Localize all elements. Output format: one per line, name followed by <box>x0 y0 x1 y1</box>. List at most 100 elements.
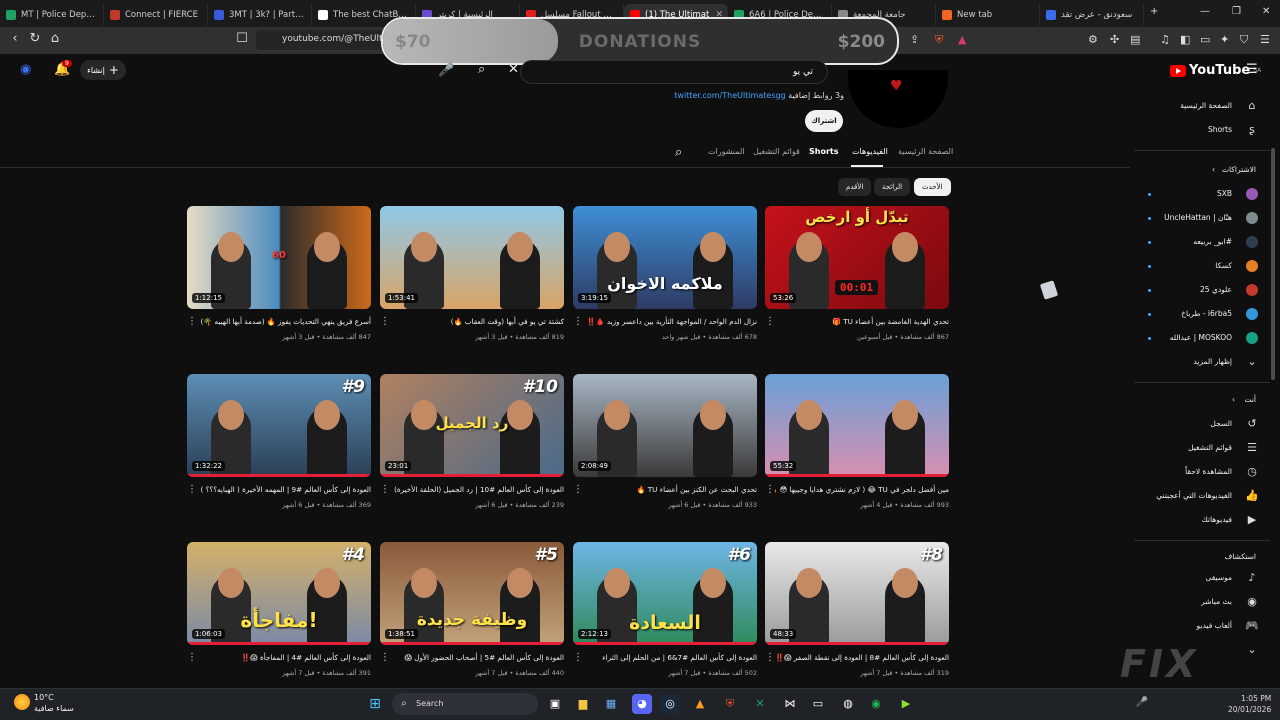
tab-videos[interactable]: الفيديوهات <box>852 147 888 156</box>
video-title[interactable]: العودة إلى كأس العالم #4 | المفاجأة 😱‼️ <box>197 652 371 664</box>
sidebar-subscription[interactable]: ابو_ بربيعه# <box>1140 234 1260 250</box>
task-view-icon[interactable]: ▣ <box>545 694 565 714</box>
video-title[interactable]: نزال الدم الواحد / المواجهة الثأرية بين … <box>583 316 757 328</box>
channel-search-icon[interactable]: ⌕ <box>675 145 682 160</box>
video-thumbnail[interactable]: #8 48:33 <box>765 542 949 645</box>
media-icon[interactable]: ♫ <box>1160 33 1170 46</box>
video-title[interactable]: أسرع فريق ينهي التحديات يفوز 🔥 (صدمة أبه… <box>197 316 371 328</box>
file-explorer-icon[interactable]: ▆ <box>573 694 593 714</box>
new-tab-button[interactable]: + <box>1150 6 1158 17</box>
sidebar-item-home[interactable]: الصفحة الرئيسية ⌂ <box>1140 98 1260 114</box>
tab-home[interactable]: الصفحة الرئيسية <box>898 147 953 156</box>
search-input[interactable]: تي يو <box>520 60 828 84</box>
sidebar-item-you[interactable]: السجل ↺ <box>1140 416 1260 432</box>
brave-taskbar-icon[interactable]: ⛨ <box>720 694 740 714</box>
brave-shield-icon[interactable]: ⛨ <box>935 33 943 47</box>
video-thumbnail[interactable]: رد الجميل #10 23:01 <box>380 374 564 477</box>
bookmark-icon[interactable]: ☐ <box>233 31 251 46</box>
brave-rewards-icon[interactable]: ▲ <box>958 33 966 46</box>
terminal-icon[interactable]: ▭ <box>808 694 828 714</box>
menu-icon[interactable]: ☰ <box>1260 33 1270 46</box>
video-title[interactable]: تحدي البحث عن الكنز بين أعضاء TU 🔥 <box>583 484 757 496</box>
video-thumbnail[interactable]: ملاكمه الاخوان 3:19:15 <box>573 206 757 309</box>
share-icon[interactable]: ⇪ <box>910 33 919 46</box>
video-title[interactable]: العودة إلى كأس العالم #10 | رد الجميل (ا… <box>390 484 564 496</box>
spotify-icon[interactable]: ◉ <box>866 694 886 714</box>
reload-icon[interactable]: ↻ <box>26 31 44 46</box>
video-thumbnail[interactable]: 2:08:49 <box>573 374 757 477</box>
more-options-icon[interactable]: ⋮ <box>765 316 775 327</box>
app-icon[interactable]: ▲ <box>690 694 710 714</box>
video-thumbnail[interactable]: تبدّل أو ارخص 00:01 53:26 <box>765 206 949 309</box>
video-card[interactable]: ملاكمه الاخوان 3:19:15 نزال الدم الواحد / … <box>573 206 757 356</box>
video-card[interactable]: #9 1:32:22 العودة إلى كأس العالم #9 | المه… <box>187 374 371 524</box>
sidebar-item-explore[interactable]: موسيقى ♪ <box>1140 570 1260 586</box>
video-title[interactable]: تحدي الهدية الغامضة بين أعضاء TU 🎁 <box>775 316 949 328</box>
discord-icon[interactable]: ◕ <box>632 694 652 714</box>
taskbar-clock[interactable]: 1:05 PM 20/01/2026 <box>1228 693 1271 715</box>
sidebar-item-explore[interactable]: بث مباشر ◉ <box>1140 594 1260 610</box>
home-icon[interactable]: ⌂ <box>46 31 64 46</box>
channel-link[interactable]: twitter.com/TheUltimatesgg <box>674 91 785 100</box>
video-thumbnail[interactable]: السعادة #6 2:12:13 <box>573 542 757 645</box>
video-card[interactable]: 2:08:49 تحدي البحث عن الكنز بين أعضاء TU … <box>573 374 757 524</box>
more-options-icon[interactable]: ⋮ <box>765 652 775 663</box>
chip-oldest[interactable]: الأقدم <box>838 178 872 196</box>
video-card[interactable]: 1:53:41 كشتة تي يو في أبها (وقت العقاب 🔥)… <box>380 206 564 356</box>
sidebar-you-heading[interactable]: أنت ‹ <box>1140 395 1260 404</box>
video-card[interactable]: مفاجأة! #4 1:06:03 العودة إلى كأس العالم #4… <box>187 542 371 692</box>
video-card[interactable]: وظيفة جديدة #5 1:38:51 العودة إلى كأس العال… <box>380 542 564 692</box>
video-card[interactable]: 55:32 مين أفضل دلجر في TU 😂 ( لازم نشتري … <box>765 374 949 524</box>
more-options-icon[interactable]: ⋮ <box>573 484 583 495</box>
split-view-icon[interactable]: ◧ <box>1180 33 1190 46</box>
sidebar-subscription[interactable]: كسكا <box>1140 258 1260 274</box>
video-thumbnail[interactable]: #9 1:32:22 <box>187 374 371 477</box>
tab-shorts[interactable]: Shorts <box>809 147 838 156</box>
sidebar-toggle-icon[interactable]: ▤ <box>1130 33 1140 46</box>
video-thumbnail[interactable]: وظيفة جديدة #5 1:38:51 <box>380 542 564 645</box>
tab-posts[interactable]: المنشورات <box>708 147 745 156</box>
video-title[interactable]: مين أفضل دلجر في TU 😂 ( لازم نشتري هدايا… <box>775 484 949 496</box>
sidebar-item-shorts[interactable]: Shorts ʂ <box>1140 122 1260 138</box>
video-card[interactable]: تبدّل أو ارخص 00:01 53:26 تحدي الهدية الغام… <box>765 206 949 356</box>
sidebar-subscription[interactable]: UncleHattan | هتّان <box>1140 210 1260 226</box>
browser-tab[interactable]: MT | Police Departm <box>0 4 104 26</box>
taskbar-search[interactable]: ⌕ Search <box>392 693 538 715</box>
sidebar-item-show-more[interactable]: إظهار المزيد ⌄ <box>1140 354 1260 370</box>
app2-icon[interactable]: ▶ <box>896 694 916 714</box>
vpn-icon[interactable]: ⛉ <box>1240 33 1248 47</box>
video-card[interactable]: 60 1:12:15 أسرع فريق ينهي التحديات يفوز 🔥 … <box>187 206 371 356</box>
video-title[interactable]: العودة إلى كأس العالم #5 | أصحاب الحضور … <box>390 652 564 664</box>
sidebar-item-you[interactable]: المشاهدة لاحقاً ◷ <box>1140 464 1260 480</box>
more-options-icon[interactable]: ⋮ <box>380 484 390 495</box>
video-title[interactable]: العودة إلى كأس العالم #9 | المهمه الأخير… <box>197 484 371 496</box>
more-options-icon[interactable]: ⋮ <box>573 316 583 327</box>
sidebar-item-explore[interactable]: ألعاب فيديو 🎮 <box>1140 618 1260 634</box>
more-options-icon[interactable]: ⋮ <box>380 316 390 327</box>
clear-search-icon[interactable]: ✕ <box>508 62 519 77</box>
video-title[interactable]: العودة إلى كأس العالم #8 | العودة إلى نق… <box>775 652 949 664</box>
chip-latest[interactable]: الأحدث <box>914 178 951 196</box>
subscribe-button[interactable]: اشتراك <box>805 110 843 132</box>
excel-icon[interactable]: ✕ <box>750 694 770 714</box>
search-button-icon[interactable]: ⌕ <box>478 62 485 77</box>
browser-tab[interactable]: 3MT | 3k? | Partner? <box>208 4 312 26</box>
more-options-icon[interactable]: ⋮ <box>187 316 197 327</box>
video-card[interactable]: رد الجميل #10 23:01 العودة إلى كأس العالم #… <box>380 374 564 524</box>
windows-start-icon[interactable]: ⊞ <box>365 694 385 714</box>
steam-icon[interactable]: ◎ <box>660 694 680 714</box>
sidebar-item-you[interactable]: الفيديوهات التي أعجبتني 👍 <box>1140 488 1260 504</box>
sidebar-subscription[interactable]: طرباخ - i6rba5 <box>1140 306 1260 322</box>
video-thumbnail[interactable]: مفاجأة! #4 1:06:03 <box>187 542 371 645</box>
sidebar-item-you[interactable]: فيديوهاتك ▶ <box>1140 512 1260 528</box>
video-thumbnail[interactable]: 55:32 <box>765 374 949 477</box>
browser-tab[interactable]: New tab <box>936 4 1040 26</box>
video-thumbnail[interactable]: 1:53:41 <box>380 206 564 309</box>
back-icon[interactable]: ‹ <box>6 31 24 46</box>
channel-links-more[interactable]: و3 روابط إضافية <box>788 91 844 100</box>
video-title[interactable]: كشتة تي يو في أبها (وقت العقاب 🔥) <box>390 316 564 328</box>
more-options-icon[interactable]: ⋮ <box>573 652 583 663</box>
browser-tab[interactable]: Connect | FIERCE <box>104 4 208 26</box>
sidebar-item-you[interactable]: قوائم التشغيل ☰ <box>1140 440 1260 456</box>
store-icon[interactable]: ▦ <box>601 694 621 714</box>
